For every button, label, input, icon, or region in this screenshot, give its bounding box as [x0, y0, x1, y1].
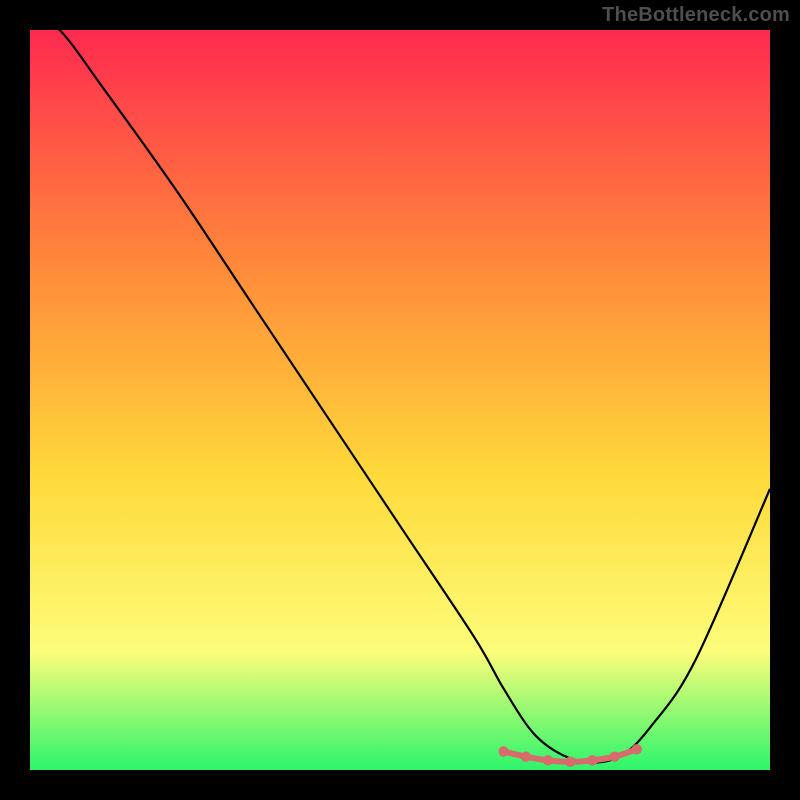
marker-dot	[543, 755, 553, 765]
marker-dot	[609, 751, 619, 761]
marker-dot	[498, 746, 508, 756]
chart-frame: TheBottleneck.com	[0, 0, 800, 800]
marker-dot	[521, 751, 531, 761]
marker-dot	[565, 757, 575, 767]
bottleneck-chart	[0, 0, 800, 800]
marker-dot	[587, 755, 597, 765]
marker-dot	[632, 744, 642, 754]
watermark-text: TheBottleneck.com	[602, 4, 790, 27]
